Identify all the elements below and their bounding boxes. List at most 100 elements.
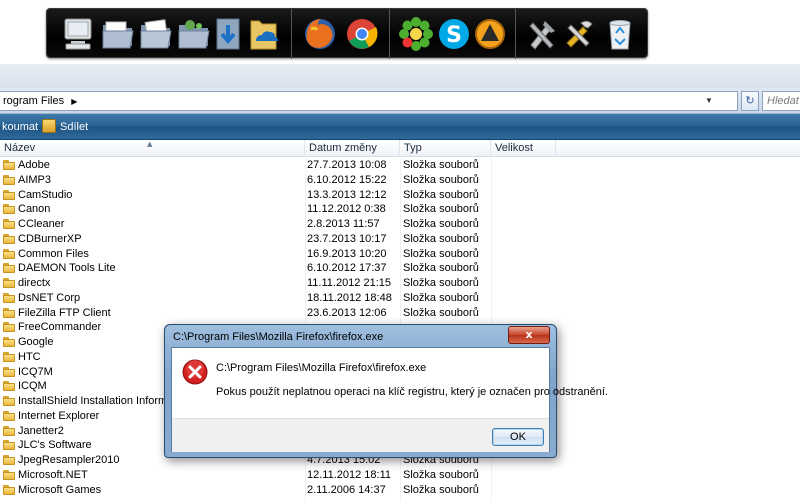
burn-label: koumat: [2, 121, 39, 133]
dialog-title: C:\Program Files\Mozilla Firefox\firefox…: [173, 331, 384, 343]
tools-icon[interactable]: [523, 15, 561, 53]
recycle-bin-icon[interactable]: [601, 15, 639, 53]
close-button[interactable]: x: [508, 326, 550, 344]
file-name: FileZilla FTP Client: [18, 306, 111, 319]
skype-icon[interactable]: S: [435, 15, 473, 53]
aimp-icon[interactable]: [471, 15, 509, 53]
file-date: 6.10.2012 15:22: [307, 173, 387, 186]
share-icon: [42, 119, 56, 133]
column-header-date[interactable]: Datum změny: [305, 140, 400, 157]
downloads-icon[interactable]: [209, 15, 247, 53]
folder-network-icon[interactable]: [175, 15, 213, 53]
file-date: 11.11.2012 21:15: [307, 277, 392, 289]
file-type: Složka souborů: [403, 203, 479, 216]
column-header-name-label: Název: [4, 142, 36, 154]
address-bar[interactable]: rogram Files ▶ ▼: [0, 91, 738, 111]
svg-text:S: S: [446, 23, 462, 48]
file-date: 12.11.2012 18:11: [307, 468, 392, 481]
list-item[interactable]: Common Files 16.9.2013 10:20 Složka soubor…: [0, 247, 800, 262]
error-dialog: C:\Program Files\Mozilla Firefox\firefox…: [164, 324, 608, 458]
file-name: DsNET Corp: [18, 291, 81, 304]
share-button[interactable]: Sdílet: [42, 118, 88, 136]
chrome-icon[interactable]: [343, 15, 381, 53]
ok-button-label: OK: [510, 431, 526, 443]
file-name: CCleaner: [18, 218, 65, 230]
icq-icon[interactable]: [397, 15, 435, 53]
file-name: Microsoft Games: [18, 483, 102, 496]
search-placeholder: Hledat: [767, 95, 799, 107]
file-date: 23.6.2013 12:06: [307, 306, 387, 319]
folder-pictures-icon[interactable]: [137, 15, 175, 53]
file-type: Složka souborů: [403, 277, 479, 289]
list-item[interactable]: DAEMON Tools Lite 6.10.2012 17:37 Složka s…: [0, 261, 800, 276]
file-date: 13.3.2013 12:12: [307, 188, 387, 201]
list-item[interactable]: Microsoft Games 2.11.2006 14:37 Složka sou…: [0, 483, 800, 498]
file-type: Složka souborů: [403, 218, 479, 230]
file-date: 2.8.2013 11:57: [307, 218, 380, 230]
quick-launch-dock: S: [46, 8, 648, 59]
dock-separator: [515, 9, 516, 59]
file-name: Microsoft.NET: [18, 468, 88, 481]
onedrive-folder-icon[interactable]: [245, 15, 283, 53]
file-name: Canon: [18, 203, 51, 216]
file-type: Složka souborů: [403, 306, 479, 319]
file-name: DAEMON Tools Lite: [18, 262, 116, 275]
list-item[interactable]: CDBurnerXP 23.7.2013 10:17 Složka souborů: [0, 232, 800, 247]
list-item[interactable]: FileZilla FTP Client 23.6.2013 12:06 Složk…: [0, 306, 800, 321]
column-header-date-label: Datum změny: [309, 142, 377, 154]
file-date: 6.10.2012 17:37: [307, 262, 387, 275]
folder-open-icon[interactable]: [99, 15, 137, 53]
file-type: Složka souborů: [403, 483, 479, 496]
file-name: Common Files: [18, 247, 89, 260]
column-header-size-label: Velikost: [495, 142, 533, 154]
column-header-type-label: Typ: [404, 142, 422, 154]
file-name: CamStudio: [18, 188, 73, 201]
dialog-footer: OK: [172, 418, 549, 452]
file-name: Adobe: [18, 159, 50, 171]
list-item[interactable]: CamStudio 13.3.2013 12:12 Složka souborů: [0, 188, 800, 203]
computer-icon[interactable]: [59, 15, 97, 53]
file-date: 2.11.2006 14:37: [307, 483, 386, 496]
dock-separator: [291, 9, 292, 59]
burn-button[interactable]: koumat: [2, 118, 38, 136]
search-input[interactable]: Hledat: [762, 91, 800, 111]
chevron-down-icon[interactable]: ▼: [701, 92, 717, 110]
address-row: rogram Files ▶ ▼ ↻ Hledat: [0, 88, 800, 114]
file-type: Složka souborů: [403, 247, 479, 260]
file-type: Složka souborů: [403, 188, 479, 201]
file-type: Složka souborů: [403, 468, 479, 481]
window-frame-strip: [0, 64, 800, 88]
file-date: 27.7.2013 10:08: [307, 159, 387, 171]
close-icon: x: [525, 328, 533, 341]
firefox-icon[interactable]: [301, 15, 339, 53]
column-header-name[interactable]: Název: [0, 140, 305, 157]
list-item[interactable]: Canon 11.12.2012 0:38 Složka souborů: [0, 202, 800, 217]
column-header-size[interactable]: Velikost: [491, 140, 556, 157]
ok-button[interactable]: OK: [492, 428, 544, 446]
file-name: AIMP3: [18, 173, 52, 186]
address-path: rogram Files: [3, 95, 65, 107]
list-item[interactable]: AIMP3 6.10.2012 15:22 Složka souborů: [0, 173, 800, 188]
dock-area: S: [0, 0, 800, 64]
command-toolbar: koumat Sdílet: [0, 114, 800, 140]
file-name: directx: [18, 277, 51, 289]
list-item[interactable]: CCleaner 2.8.2013 11:57 Složka souborů: [0, 217, 800, 232]
file-type: Složka souborů: [403, 159, 479, 171]
file-type: Složka souborů: [403, 291, 479, 304]
dialog-path-text: C:\Program Files\Mozilla Firefox\firefox…: [216, 362, 427, 374]
file-date: 11.12.2012 0:38: [307, 203, 386, 216]
list-item[interactable]: directx 11.11.2012 21:15 Složka souborů: [0, 276, 800, 291]
file-type: Složka souborů: [403, 173, 479, 186]
share-label: Sdílet: [60, 121, 89, 133]
file-type: Složka souborů: [403, 262, 479, 275]
error-icon: [182, 359, 208, 385]
list-item[interactable]: Microsoft.NET 12.11.2012 18:11 Složka soub…: [0, 468, 800, 483]
list-item[interactable]: DsNET Corp 18.11.2012 18:48 Složka souborů: [0, 291, 800, 306]
refresh-button[interactable]: ↻: [741, 91, 759, 111]
breadcrumb-arrow-icon[interactable]: ▶: [71, 97, 77, 106]
settings-tools-icon[interactable]: [561, 15, 599, 53]
list-item[interactable]: Adobe 27.7.2013 10:08 Složka souborů: [0, 158, 800, 173]
dialog-message: Pokus použít neplatnou operaci na klíč r…: [216, 386, 608, 398]
file-date: 23.7.2013 10:17: [307, 232, 387, 245]
column-header-type[interactable]: Typ: [400, 140, 491, 157]
